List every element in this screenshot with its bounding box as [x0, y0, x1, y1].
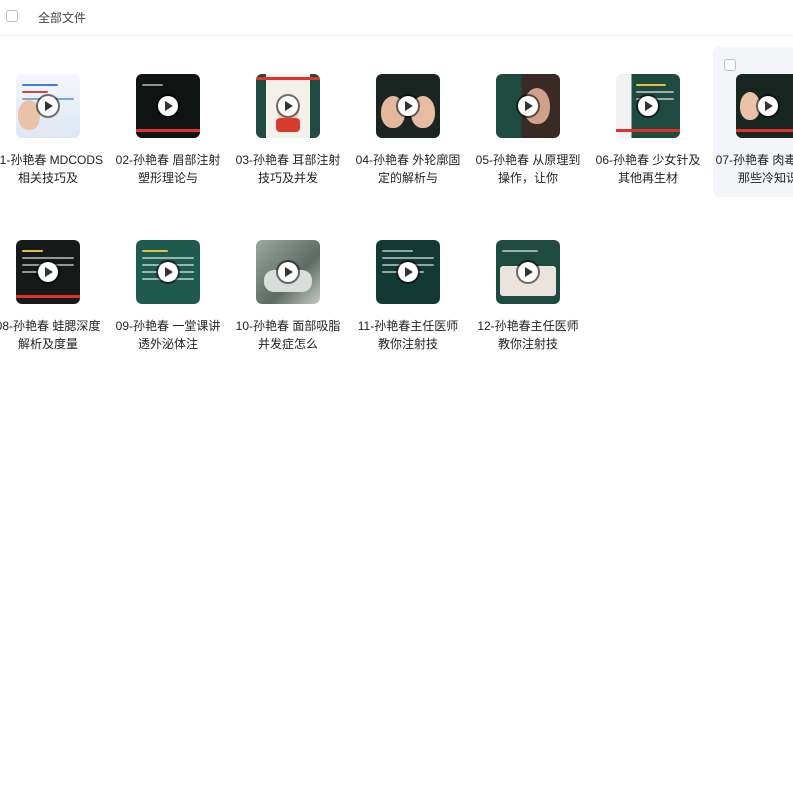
- play-icon: [758, 96, 778, 116]
- file-title: 04-孙艳春 外轮廓固定的解析与: [355, 153, 461, 185]
- file-title: 02-孙艳春 眉部注射塑形理论与: [115, 153, 221, 185]
- play-icon: [398, 96, 418, 116]
- file-item[interactable]: 03-孙艳春 耳部注射技巧及并发: [233, 43, 343, 193]
- video-thumbnail: [16, 240, 80, 304]
- play-icon: [38, 96, 58, 116]
- file-grid: 01-孙艳春 MDCODS相关技巧及 02-孙艳春 眉部注射塑形理论与 03-孙…: [0, 36, 793, 793]
- file-title: 05-孙艳春 从原理到操作，让你: [475, 153, 581, 185]
- file-item[interactable]: 10-孙艳春 面部吸脂并发症怎么: [233, 209, 343, 359]
- file-item[interactable]: 05-孙艳春 从原理到操作，让你: [473, 43, 583, 193]
- play-icon: [158, 262, 178, 282]
- file-title: 09-孙艳春 一堂课讲透外泌体注: [115, 319, 221, 351]
- video-thumbnail: [256, 74, 320, 138]
- file-title: 11-孙艳春主任医师教你注射技: [357, 319, 459, 351]
- file-item[interactable]: 12-孙艳春主任医师教你注射技: [473, 209, 583, 359]
- select-all-checkbox[interactable]: [6, 10, 18, 22]
- item-checkbox[interactable]: [724, 59, 736, 71]
- file-title: 01-孙艳春 MDCODS相关技巧及: [0, 153, 103, 185]
- file-title: 06-孙艳春 少女针及其他再生材: [595, 153, 701, 185]
- file-item[interactable]: 02-孙艳春 眉部注射塑形理论与: [113, 43, 223, 193]
- file-item[interactable]: 11-孙艳春主任医师教你注射技: [353, 209, 463, 359]
- play-icon: [398, 262, 418, 282]
- file-title: 10-孙艳春 面部吸脂并发症怎么: [235, 319, 341, 351]
- play-icon: [518, 262, 538, 282]
- file-item[interactable]: 04-孙艳春 外轮廓固定的解析与: [353, 43, 463, 193]
- file-title: 08-孙艳春 蛙腮深度解析及度量: [0, 319, 101, 351]
- file-title: 03-孙艳春 耳部注射技巧及并发: [235, 153, 341, 185]
- play-icon: [518, 96, 538, 116]
- video-thumbnail: [376, 240, 440, 304]
- file-item[interactable]: 07-孙艳春 肉毒素的那些冷知识: [713, 47, 793, 197]
- file-item[interactable]: 08-孙艳春 蛙腮深度解析及度量: [0, 209, 103, 359]
- video-thumbnail: [496, 240, 560, 304]
- video-thumbnail: [136, 240, 200, 304]
- play-icon: [278, 96, 298, 116]
- file-item[interactable]: 06-孙艳春 少女针及其他再生材: [593, 43, 703, 193]
- file-title: 12-孙艳春主任医师教你注射技: [477, 319, 579, 351]
- play-icon: [38, 262, 58, 282]
- video-thumbnail: [136, 74, 200, 138]
- file-title: 07-孙艳春 肉毒素的那些冷知识: [715, 153, 793, 185]
- video-thumbnail: [616, 74, 680, 138]
- play-icon: [278, 262, 298, 282]
- file-item[interactable]: 01-孙艳春 MDCODS相关技巧及: [0, 43, 103, 193]
- video-thumbnail: [16, 74, 80, 138]
- toolbar: 全部文件: [0, 0, 793, 36]
- file-item[interactable]: 09-孙艳春 一堂课讲透外泌体注: [113, 209, 223, 359]
- video-thumbnail: [736, 74, 793, 138]
- video-thumbnail: [376, 74, 440, 138]
- play-icon: [158, 96, 178, 116]
- play-icon: [638, 96, 658, 116]
- video-thumbnail: [256, 240, 320, 304]
- video-thumbnail: [496, 74, 560, 138]
- select-all-label: 全部文件: [38, 11, 87, 25]
